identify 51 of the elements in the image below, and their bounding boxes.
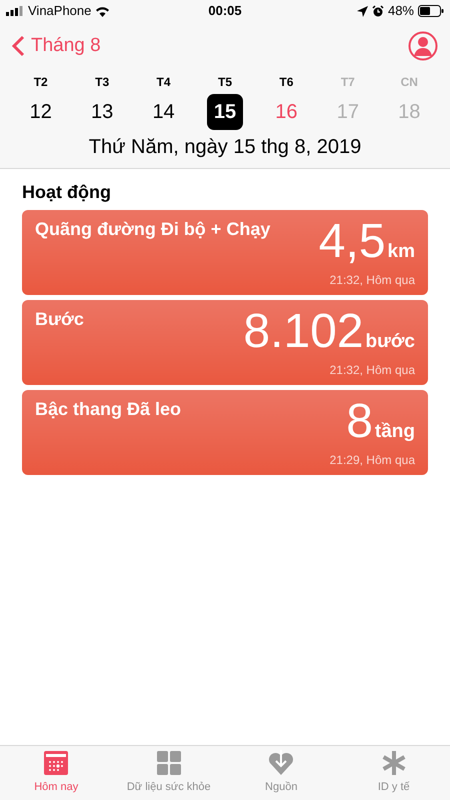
battery-percent: 48% [388, 2, 414, 20]
profile-button[interactable] [408, 31, 438, 61]
date-button[interactable]: 15 [206, 94, 243, 130]
card-title: Bậc thang Đã leo [35, 398, 182, 421]
tab-button[interactable]: Hôm nay [0, 746, 112, 800]
weekday-label: T5 [218, 74, 232, 90]
weekday-label: CN [400, 74, 418, 90]
carrier-name: VinaPhone [28, 2, 92, 20]
wifi-icon [95, 6, 110, 16]
signal-icon [6, 6, 24, 16]
weekday-label: T7 [340, 74, 355, 90]
clock-time: 00:05 [208, 2, 242, 20]
tab-button[interactable]: ID y tế [338, 746, 450, 800]
chevron-left-icon [12, 35, 25, 57]
alarm-clock-icon [372, 5, 384, 17]
activity-card[interactable]: Bậc thang Đã leo 8 tầng 21:29, Hôm qua [22, 390, 428, 475]
date-button[interactable]: 17 [330, 94, 366, 130]
date-title: Thứ Năm, ngày 15 thg 8, 2019 [88, 135, 362, 160]
activity-card[interactable]: Bước 8.102 bước 21:32, Hôm qua [22, 300, 428, 385]
weekday-label: T3 [95, 74, 110, 90]
date-button[interactable]: 12 [22, 94, 59, 130]
metric-value: 8.102 [243, 308, 364, 356]
weekday-label: T2 [34, 74, 48, 90]
timestamp: 21:32, Hôm qua [330, 272, 415, 289]
weekday-label: T4 [156, 74, 171, 90]
location-arrow-icon [356, 6, 368, 16]
metric-value: 8 [346, 398, 373, 446]
metric-value: 4,5 [318, 218, 386, 266]
card-title: Quãng đường Đi bộ + Chạy [35, 218, 270, 241]
date-button[interactable]: 16 [268, 94, 304, 130]
timestamp: 21:32, Hôm qua [330, 362, 415, 379]
back-button[interactable]: Tháng 8 [12, 32, 101, 60]
timestamp: 21:29, Hôm qua [330, 452, 415, 469]
weekday-label: T6 [279, 74, 294, 90]
date-button[interactable]: 14 [146, 94, 182, 130]
heart-download-icon [268, 750, 294, 776]
metric-unit: bước [366, 332, 415, 351]
metric-unit: tầng [374, 422, 415, 441]
activity-card[interactable]: Quãng đường Đi bộ + Chạy 4,5 km 21:32, Hôm qua [22, 210, 428, 295]
person-silhouette-icon [408, 31, 438, 61]
date-button[interactable]: 13 [84, 94, 120, 130]
card-title: Bước [35, 308, 84, 331]
tab-button[interactable]: Nguồn [225, 746, 338, 800]
asterisk-icon [380, 750, 407, 776]
section-title: Hoạt động [22, 181, 112, 204]
grid-icon [156, 750, 182, 776]
battery-icon [418, 5, 444, 17]
metric-unit: km [388, 242, 415, 261]
tab-button[interactable]: Dữ liệu sức khỏe [112, 746, 225, 800]
date-button[interactable]: 18 [391, 94, 428, 130]
calendar-icon [43, 750, 70, 776]
